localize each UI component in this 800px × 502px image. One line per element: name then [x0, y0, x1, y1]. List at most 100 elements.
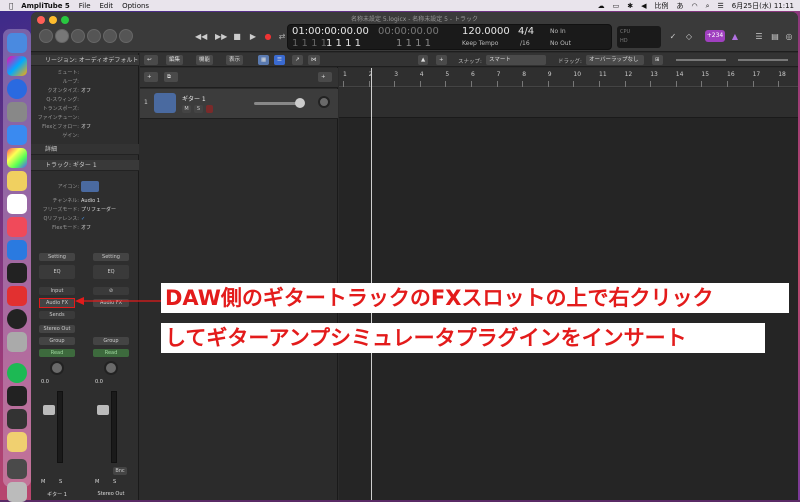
back-arrow-icon[interactable]: ↩: [144, 55, 158, 65]
strip2-volume-fader[interactable]: [97, 405, 109, 415]
strip2-m-button[interactable]: M: [95, 479, 99, 485]
track-volume-slider[interactable]: [254, 102, 300, 105]
smart-controls-button[interactable]: [87, 29, 101, 43]
strip2-read-button[interactable]: Read: [93, 349, 129, 357]
region-section-header[interactable]: リージョン: オーディオデフォルト: [31, 55, 139, 66]
music-icon[interactable]: [7, 217, 27, 237]
notes-pane-icon[interactable]: ▤: [769, 31, 781, 42]
track-row-freeze[interactable]: フリーズモード: プリフェーダー: [31, 206, 139, 214]
list-view-icon[interactable]: ☰: [274, 55, 285, 65]
record-icon[interactable]: ●: [262, 31, 274, 42]
region-row-swing[interactable]: Q-スウィング:: [31, 96, 139, 104]
play-icon[interactable]: ▶: [247, 31, 259, 42]
photos-icon[interactable]: [7, 148, 27, 168]
lcd-display[interactable]: 01:00:00:00.00 1 1 1 1 1 1 1 1 00:00:00.…: [287, 24, 612, 50]
app-icon-pick[interactable]: [7, 432, 27, 452]
strip2-eq-button[interactable]: EQ: [93, 265, 129, 279]
rewind-icon[interactable]: ◀◀: [195, 31, 207, 42]
track-section-header[interactable]: トラック: ギター 1: [31, 160, 139, 171]
app-store-icon[interactable]: [7, 240, 27, 260]
edit-menu[interactable]: 編集: [166, 55, 184, 65]
loop-browser-icon[interactable]: ◎: [783, 31, 795, 42]
cloud-icon[interactable]: ☁: [598, 2, 605, 10]
view-menu[interactable]: 表示: [226, 55, 244, 65]
search-icon[interactable]: ⌕: [706, 2, 710, 11]
strip1-sends-slot[interactable]: Sends: [39, 311, 75, 319]
app-icon-x[interactable]: [7, 286, 27, 306]
track-guitar-1[interactable]: 1 ギター 1 M S: [140, 89, 338, 119]
forward-icon[interactable]: ▶▶: [215, 31, 227, 42]
trash-icon[interactable]: [7, 482, 27, 502]
region-row-gain[interactable]: ゲイン:: [31, 132, 139, 140]
add-track-icon[interactable]: +: [144, 72, 158, 82]
drag-select[interactable]: オーバーラップなし: [586, 55, 644, 65]
strip1-setting-button[interactable]: Setting: [39, 253, 75, 261]
list-editors-icon[interactable]: ☰: [753, 31, 765, 42]
stop-icon[interactable]: ■: [231, 31, 243, 42]
toolbar-button[interactable]: [71, 29, 85, 43]
safari-icon[interactable]: [7, 79, 27, 99]
track-mute-button[interactable]: M: [182, 105, 191, 113]
strip2-setting-button[interactable]: Setting: [93, 253, 129, 261]
track-row-icon[interactable]: アイコン:: [31, 181, 139, 193]
settings-icon[interactable]: [7, 102, 27, 122]
count-in-badge[interactable]: +234: [705, 30, 725, 42]
region-row-flex[interactable]: Flexとフォロー: オフ: [31, 123, 139, 131]
strip1-group-button[interactable]: Group: [39, 337, 75, 345]
metronome-icon[interactable]: ◇: [683, 31, 695, 42]
flex-icon[interactable]: ⋈: [308, 55, 320, 65]
strip2-bounce-button[interactable]: Bnc: [113, 467, 127, 475]
track-lane-1[interactable]: [339, 88, 798, 118]
app-icon-x-dark[interactable]: [7, 386, 27, 406]
library-button[interactable]: [39, 29, 53, 43]
region-row-finetune[interactable]: ファインチューン:: [31, 114, 139, 122]
tuner-fork-icon[interactable]: ▲: [729, 31, 741, 42]
app-icon-amp[interactable]: [7, 459, 27, 479]
notes-icon[interactable]: [7, 171, 27, 191]
calendar-icon[interactable]: [7, 194, 27, 214]
region-row-quantize[interactable]: クオンタイズ: オフ: [31, 87, 139, 95]
strip1-pan-knob[interactable]: [50, 361, 64, 375]
track-pan-knob[interactable]: [318, 96, 330, 108]
timeline-ruler[interactable]: 123456789101112131415161718: [339, 68, 798, 87]
vertical-zoom-slider[interactable]: [676, 59, 726, 61]
strip1-output-button[interactable]: Stereo Out: [39, 325, 75, 333]
grid-view-icon[interactable]: ▦: [258, 55, 270, 65]
strip1-read-button[interactable]: Read: [39, 349, 75, 357]
waveform-zoom-icon[interactable]: ⊞: [652, 55, 663, 65]
strip1-volume-fader[interactable]: [43, 405, 55, 415]
volume-icon[interactable]: ◀: [641, 2, 646, 10]
global-tracks-icon[interactable]: +: [318, 72, 332, 82]
launchpad-icon[interactable]: [7, 56, 27, 76]
functions-menu[interactable]: 機能: [196, 55, 214, 65]
finder-icon[interactable]: [7, 33, 27, 53]
strip2-s-button[interactable]: S: [113, 479, 116, 485]
region-row-mute[interactable]: ミュート:: [31, 69, 139, 77]
horizontal-zoom-slider[interactable]: [738, 59, 788, 61]
automation-icon[interactable]: ↗: [292, 55, 303, 65]
strip2-pan-knob[interactable]: [104, 361, 118, 375]
mixer-button[interactable]: [103, 29, 117, 43]
duplicate-track-icon[interactable]: ⧉: [164, 72, 178, 82]
strip1-m-button[interactable]: M: [41, 479, 45, 485]
mail-icon[interactable]: [7, 125, 27, 145]
menu-options[interactable]: Options: [122, 2, 149, 10]
track-volume-thumb[interactable]: [295, 98, 305, 108]
track-row-flexmode[interactable]: Flexモード: オフ: [31, 224, 139, 232]
region-row-transpose[interactable]: トランスポーズ:: [31, 105, 139, 113]
track-waveform-icon[interactable]: [154, 93, 176, 113]
track-solo-button[interactable]: S: [194, 105, 203, 113]
pencil-tool-icon[interactable]: +: [436, 55, 447, 65]
snap-select[interactable]: スマート: [486, 55, 546, 65]
tuner-icon[interactable]: ✓: [667, 31, 679, 42]
control-center-icon[interactable]: ☰: [717, 2, 723, 10]
strip1-s-button[interactable]: S: [59, 479, 62, 485]
input-method-kana[interactable]: あ: [676, 1, 683, 11]
amplitube-icon[interactable]: [7, 409, 27, 429]
track-row-qref[interactable]: Qリファレンス: ✓: [31, 215, 139, 223]
help-button[interactable]: [55, 29, 69, 43]
app-icon-gear[interactable]: [7, 332, 27, 352]
app-icon-bars[interactable]: [7, 263, 27, 283]
display-icon[interactable]: ▭: [613, 2, 620, 10]
track-name[interactable]: ギター 1: [182, 94, 206, 103]
